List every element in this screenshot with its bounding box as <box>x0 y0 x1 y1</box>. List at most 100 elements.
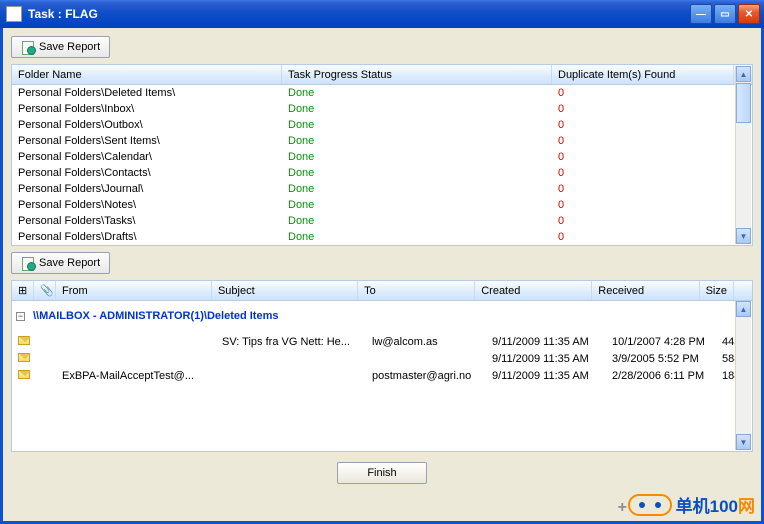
cell-dup: 0 <box>552 87 752 99</box>
cell-folder: Personal Folders\Calendar\ <box>12 151 282 163</box>
cell-status: Done <box>282 183 552 195</box>
col-from[interactable]: From <box>56 281 212 300</box>
cell-to: lw@alcom.as <box>366 336 486 348</box>
save-report-icon <box>21 40 35 54</box>
cell-status: Done <box>282 215 552 227</box>
maximize-button[interactable]: ▭ <box>714 4 736 24</box>
mail-icon <box>18 353 30 362</box>
table-row[interactable]: Personal Folders\Outbox\Done0 <box>12 117 752 133</box>
folder-progress-grid: Folder Name Task Progress Status Duplica… <box>11 64 753 246</box>
group-row[interactable]: − \\MAILBOX - ADMINISTRATOR(1)\Deleted I… <box>12 305 752 327</box>
watermark-text: 单机100网 <box>676 492 755 517</box>
scroll-down-button[interactable]: ▼ <box>736 434 751 450</box>
cell-to: postmaster@agri.no <box>366 370 486 382</box>
cell-dup: 0 <box>552 215 752 227</box>
col-folder-name[interactable]: Folder Name <box>12 65 282 84</box>
col-received[interactable]: Received <box>592 281 699 300</box>
cell-folder: Personal Folders\Contacts\ <box>12 167 282 179</box>
finish-button[interactable]: Finish <box>337 462 427 484</box>
cell-created: 9/11/2009 11:35 AM <box>486 353 606 365</box>
cell-from: ExBPA-MailAcceptTest@... <box>56 370 216 382</box>
watermark-logo: + <box>628 494 672 516</box>
table-row[interactable]: Personal Folders\Deleted Items\Done0 <box>12 85 752 101</box>
table-row[interactable]: Personal Folders\Notes\Done0 <box>12 197 752 213</box>
table-row[interactable]: Personal Folders\Tasks\Done0 <box>12 213 752 229</box>
cell-status: Done <box>282 151 552 163</box>
cell-status: Done <box>282 135 552 147</box>
app-icon <box>6 6 22 22</box>
scroll-down-button[interactable]: ▼ <box>736 228 751 244</box>
window-body: Save Report Folder Name Task Progress St… <box>0 28 764 524</box>
mail-icon-cell <box>12 370 34 382</box>
items-grid-header[interactable]: ⊞ 📎 From Subject To Created Received Siz… <box>12 281 752 301</box>
items-grid-scrollbar[interactable]: ▲ ▼ <box>735 301 751 450</box>
save-report-button-top[interactable]: Save Report <box>11 36 110 58</box>
cell-folder: Personal Folders\Inbox\ <box>12 103 282 115</box>
table-row[interactable]: Personal Folders\Journal\Done0 <box>12 181 752 197</box>
cell-status: Done <box>282 167 552 179</box>
cell-dup: 0 <box>552 103 752 115</box>
mail-row[interactable]: 9/11/2009 11:35 AM3/9/2005 5:52 PM588 <box>12 350 752 367</box>
save-report-label: Save Report <box>39 257 100 269</box>
cell-created: 9/11/2009 11:35 AM <box>486 370 606 382</box>
col-task-status[interactable]: Task Progress Status <box>282 65 552 84</box>
scroll-thumb[interactable] <box>736 83 751 123</box>
cell-dup: 0 <box>552 135 752 147</box>
save-report-icon <box>21 256 35 270</box>
cell-folder: Personal Folders\Outbox\ <box>12 119 282 131</box>
cell-status: Done <box>282 199 552 211</box>
mail-row[interactable]: ExBPA-MailAcceptTest@... postmaster@agri.… <box>12 367 752 384</box>
mail-icon-cell <box>12 353 34 365</box>
cell-folder: Personal Folders\Drafts\ <box>12 231 282 243</box>
duplicate-items-grid: ⊞ 📎 From Subject To Created Received Siz… <box>11 280 753 452</box>
cell-dup: 0 <box>552 119 752 131</box>
watermark: + 单机100网 <box>628 492 755 517</box>
save-report-button-bottom[interactable]: Save Report <box>11 252 110 274</box>
mail-row[interactable]: SV: Tips fra VG Nett: He...lw@alcom.as9/… <box>12 333 752 350</box>
scroll-up-button[interactable]: ▲ <box>736 301 751 317</box>
cell-folder: Personal Folders\Tasks\ <box>12 215 282 227</box>
cell-status: Done <box>282 119 552 131</box>
table-row[interactable]: Personal Folders\Contacts\Done0 <box>12 165 752 181</box>
folder-grid-scrollbar[interactable]: ▲ ▼ <box>735 66 751 244</box>
cell-received: 10/1/2007 4:28 PM <box>606 336 716 348</box>
cell-received: 3/9/2005 5:52 PM <box>606 353 716 365</box>
folder-grid-header[interactable]: Folder Name Task Progress Status Duplica… <box>12 65 752 85</box>
group-label: \\MAILBOX - ADMINISTRATOR(1)\Deleted Ite… <box>33 310 278 322</box>
col-expand[interactable]: ⊞ <box>12 281 34 300</box>
mail-icon <box>18 370 30 379</box>
col-subject[interactable]: Subject <box>212 281 358 300</box>
col-attachment[interactable]: 📎 <box>34 281 56 300</box>
cell-status: Done <box>282 231 552 243</box>
cell-status: Done <box>282 87 552 99</box>
cell-dup: 0 <box>552 199 752 211</box>
table-row[interactable]: Personal Folders\Calendar\Done0 <box>12 149 752 165</box>
table-row[interactable]: Personal Folders\Drafts\Done0 <box>12 229 752 245</box>
collapse-icon[interactable]: − <box>16 312 25 321</box>
cell-dup: 0 <box>552 231 752 243</box>
cell-folder: Personal Folders\Notes\ <box>12 199 282 211</box>
table-row[interactable]: Personal Folders\Inbox\Done0 <box>12 101 752 117</box>
cell-folder: Personal Folders\Journal\ <box>12 183 282 195</box>
col-size[interactable]: Size <box>700 281 734 300</box>
col-to[interactable]: To <box>358 281 475 300</box>
finish-bar: Finish <box>11 452 753 494</box>
scroll-up-button[interactable]: ▲ <box>736 66 751 82</box>
mail-icon <box>18 336 30 345</box>
cell-folder: Personal Folders\Sent Items\ <box>12 135 282 147</box>
cell-created: 9/11/2009 11:35 AM <box>486 336 606 348</box>
table-row[interactable]: Personal Folders\Sent Items\Done0 <box>12 133 752 149</box>
mail-icon-cell <box>12 336 34 348</box>
cell-dup: 0 <box>552 167 752 179</box>
cell-dup: 0 <box>552 151 752 163</box>
minimize-button[interactable]: — <box>690 4 712 24</box>
cell-status: Done <box>282 103 552 115</box>
col-created[interactable]: Created <box>475 281 592 300</box>
folder-grid-body: Personal Folders\Deleted Items\Done0Pers… <box>12 85 752 245</box>
items-grid-body: − \\MAILBOX - ADMINISTRATOR(1)\Deleted I… <box>12 301 752 451</box>
window-title: Task : FLAG <box>28 7 690 21</box>
close-button[interactable]: ✕ <box>738 4 760 24</box>
col-duplicate[interactable]: Duplicate Item(s) Found <box>552 65 734 84</box>
cell-received: 2/28/2006 6:11 PM <box>606 370 716 382</box>
cell-subject: SV: Tips fra VG Nett: He... <box>216 336 366 348</box>
